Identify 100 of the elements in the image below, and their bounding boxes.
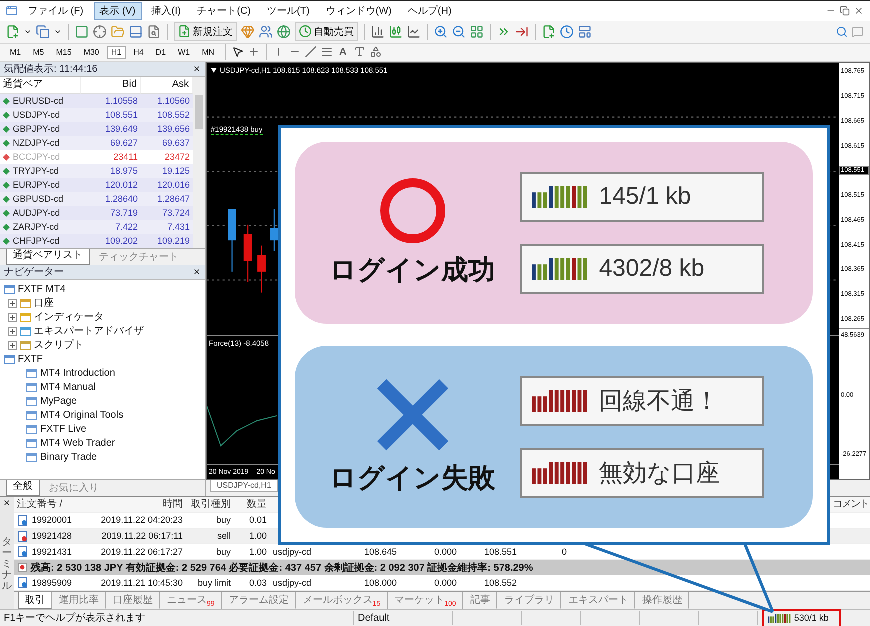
terminal-tab[interactable]: 取引 bbox=[18, 592, 52, 609]
timeframe-button[interactable]: H4 bbox=[130, 46, 148, 59]
tree-item[interactable]: MT4 Manual bbox=[40, 382, 96, 393]
cursor-icon[interactable] bbox=[232, 46, 244, 58]
table-cell-text: 0.01 bbox=[248, 515, 268, 526]
timeframe-button[interactable]: M30 bbox=[80, 46, 104, 59]
tree-item[interactable]: MyPage bbox=[40, 396, 78, 407]
table-cell-text: 108.552 bbox=[483, 578, 518, 588]
table-cell[interactable]: 19921428 bbox=[14, 530, 100, 542]
symbol-cell[interactable]: GBPUSD-cd bbox=[0, 192, 81, 206]
tree-item[interactable]: インディケータ bbox=[34, 310, 104, 324]
table-cell[interactable]: 19921431 bbox=[14, 546, 100, 558]
scrollbar[interactable] bbox=[193, 77, 205, 248]
new-order-button[interactable]: 新規注文 bbox=[174, 22, 237, 42]
expand-toggle[interactable] bbox=[8, 312, 18, 322]
symbol-cell[interactable]: TRYJPY-cd bbox=[0, 164, 81, 178]
tree-item[interactable]: FXTF MT4 bbox=[18, 284, 66, 295]
timeframe-button[interactable]: M15 bbox=[52, 46, 76, 59]
timeframe-button[interactable]: H1 bbox=[107, 46, 126, 59]
tree-item[interactable]: 口座 bbox=[34, 296, 54, 310]
tree-item[interactable]: MT4 Web Trader bbox=[40, 438, 116, 449]
column-header[interactable]: 時間 bbox=[100, 497, 186, 512]
symbol-cell[interactable]: GBPJPY-cd bbox=[0, 122, 81, 136]
search-icon[interactable] bbox=[836, 26, 848, 38]
bid-cell: 7.422 bbox=[81, 220, 141, 234]
window-icon bbox=[26, 396, 38, 407]
panel-title: 気配値表示: 11:44:16 bbox=[4, 62, 98, 76]
restore-icon[interactable] bbox=[840, 6, 850, 16]
text-tool[interactable]: A bbox=[336, 46, 350, 58]
crosshair-icon[interactable] bbox=[93, 24, 107, 39]
line-chart-icon[interactable] bbox=[407, 24, 421, 39]
tree-item[interactable]: FXTF bbox=[18, 354, 43, 365]
close-icon[interactable] bbox=[193, 65, 201, 74]
terminal-label: ターミナル bbox=[2, 537, 12, 592]
symbol-cell[interactable]: EURUSD-cd bbox=[0, 94, 81, 108]
chart-tab[interactable]: USDJPY-cd,H1 bbox=[210, 480, 278, 492]
symbol-cell[interactable]: CHFJPY-cd bbox=[0, 234, 81, 248]
text-label-icon[interactable] bbox=[354, 46, 366, 58]
close-icon[interactable] bbox=[3, 499, 11, 507]
menu-item[interactable]: ウィンドウ(W) bbox=[320, 2, 398, 20]
column-header[interactable]: 数量 bbox=[234, 497, 270, 512]
panel-tab[interactable]: 全般 bbox=[6, 480, 40, 496]
expand-toggle[interactable] bbox=[8, 340, 18, 350]
timeframe-button[interactable]: W1 bbox=[174, 46, 194, 59]
column-header[interactable]: 取引種別 bbox=[186, 497, 234, 512]
symbol-cell[interactable]: NZDJPY-cd bbox=[0, 136, 81, 150]
close-icon[interactable] bbox=[193, 268, 201, 276]
auto-trading-button[interactable]: 自動売買 bbox=[295, 22, 358, 42]
candle bbox=[244, 225, 252, 283]
panel-title: ナビゲーター bbox=[4, 266, 64, 280]
globe-icon[interactable] bbox=[277, 24, 291, 39]
tree-item[interactable]: Binary Trade bbox=[40, 452, 98, 463]
timeframe-button[interactable]: M5 bbox=[29, 46, 48, 59]
clock-icon[interactable] bbox=[560, 24, 574, 39]
zoom-out-icon[interactable] bbox=[452, 24, 466, 39]
panel-icon[interactable] bbox=[129, 24, 143, 39]
menu-item[interactable]: ヘルプ(H) bbox=[402, 2, 458, 20]
table-cell[interactable]: 19920001 bbox=[14, 514, 100, 526]
timeframe-button[interactable]: M1 bbox=[6, 46, 26, 59]
signal-bars-icon bbox=[532, 186, 590, 208]
connection-status[interactable]: 530/1 kb bbox=[762, 608, 841, 626]
file-search-icon[interactable] bbox=[147, 24, 161, 39]
menu-item[interactable]: ファイル (F) bbox=[22, 2, 90, 20]
expand-toggle[interactable] bbox=[8, 326, 18, 336]
bar-chart-icon[interactable] bbox=[371, 24, 385, 39]
column-header[interactable]: コメント bbox=[833, 497, 870, 512]
symbol-cell[interactable]: AUDJPY-cd bbox=[0, 206, 81, 220]
ask-cell: 139.656 bbox=[141, 122, 193, 136]
tree-item[interactable]: MT4 Introduction bbox=[40, 368, 116, 379]
zoom-in-icon[interactable] bbox=[434, 24, 448, 39]
reading-text: 回線不通！ bbox=[599, 387, 720, 417]
tree-item[interactable]: FXTF Live bbox=[40, 424, 87, 435]
panel-tab[interactable]: 通貨ペアリスト bbox=[6, 249, 90, 266]
menu-item[interactable]: チャート(C) bbox=[191, 2, 257, 20]
menu-item[interactable]: ツール(T) bbox=[261, 2, 316, 20]
expand-toggle[interactable] bbox=[8, 298, 18, 308]
crosshair-icon[interactable] bbox=[248, 46, 260, 58]
candle bbox=[270, 210, 279, 252]
ask-cell: 120.016 bbox=[141, 178, 193, 192]
table-cell-text: 2019.11.22 04:20:23 bbox=[100, 515, 184, 526]
candlestick-icon[interactable] bbox=[389, 24, 403, 39]
column-header[interactable]: 注文番号 / bbox=[14, 497, 100, 512]
symbol-cell[interactable]: EURJPY-cd bbox=[0, 178, 81, 192]
tile-icon[interactable] bbox=[470, 24, 484, 39]
timeframe-button[interactable]: D1 bbox=[152, 46, 170, 59]
gem-icon[interactable] bbox=[241, 24, 255, 39]
ask-cell: 19.125 bbox=[141, 164, 193, 178]
table-cell[interactable]: 19895909 bbox=[14, 577, 100, 588]
tree-item[interactable]: エキスパートアドバイザ bbox=[34, 324, 144, 338]
tree-item[interactable]: スクリプト bbox=[34, 338, 84, 352]
bid-cell: 139.649 bbox=[81, 122, 141, 136]
shapes-icon[interactable] bbox=[370, 46, 382, 58]
trendline-icon[interactable] bbox=[304, 46, 317, 58]
table-cell-text: 0 bbox=[560, 546, 568, 557]
menu-item[interactable]: 表示 (V) bbox=[94, 2, 142, 20]
timeframe-button[interactable]: MN bbox=[198, 46, 219, 59]
tree-item[interactable]: MT4 Original Tools bbox=[40, 410, 124, 421]
menu-item[interactable]: 挿入(I) bbox=[146, 2, 188, 20]
symbol-cell[interactable]: USDJPY-cd bbox=[0, 108, 81, 122]
symbol-cell[interactable]: ZARJPY-cd bbox=[0, 220, 81, 234]
